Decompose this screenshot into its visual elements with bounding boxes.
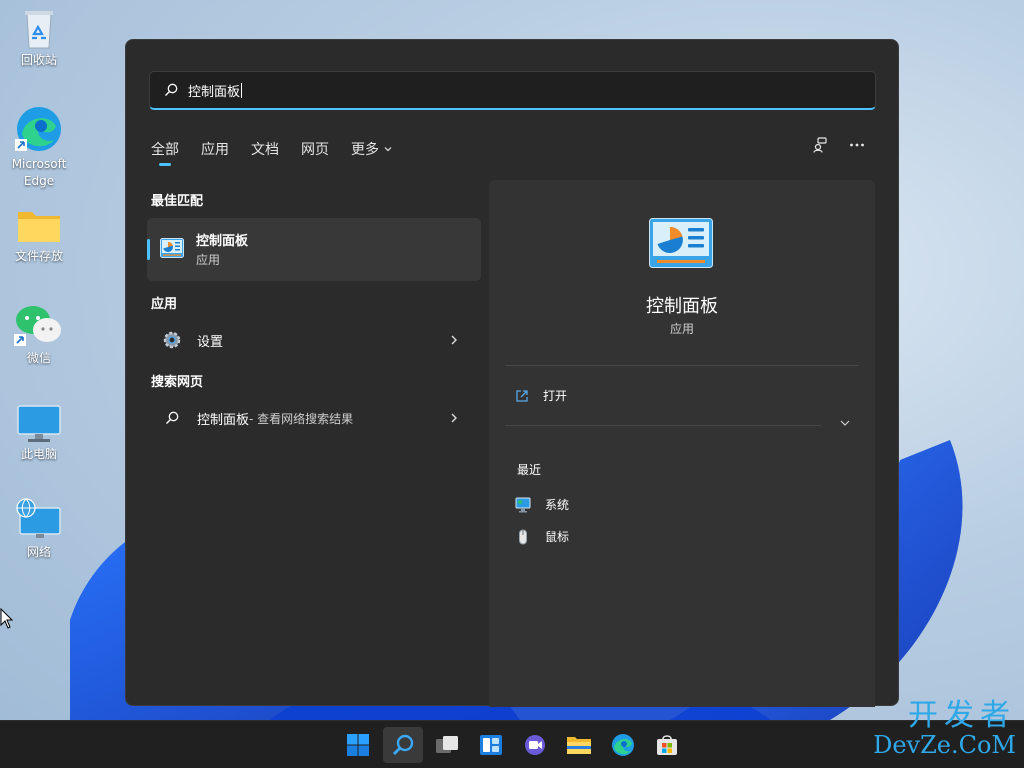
edge-icon (15, 107, 61, 151)
open-action[interactable]: 打开 (515, 387, 567, 404)
search-input[interactable]: 控制面板 (188, 81, 240, 100)
tab-label: 更多 (351, 142, 379, 158)
divider (505, 365, 859, 366)
taskbar-store-button[interactable] (647, 727, 687, 763)
selection-indicator (147, 239, 150, 260)
desktop-icon-edge[interactable]: Microsoft Edge (6, 104, 72, 190)
more-options-icon[interactable] (848, 136, 866, 154)
best-match-result[interactable]: 控制面板 应用 (147, 218, 481, 281)
preview-type: 应用 (669, 322, 694, 336)
web-search-heading: 搜索网页 (151, 375, 204, 390)
chevron-right-icon (451, 335, 457, 345)
system-icon (515, 497, 531, 512)
taskbar-edge-button[interactable] (603, 727, 643, 763)
account-switch-icon[interactable] (812, 136, 830, 154)
best-match-heading: 最佳匹配 (151, 194, 204, 209)
wechat-icon (14, 306, 61, 346)
tab-more[interactable]: 更多 (351, 136, 393, 162)
tab-all[interactable]: 全部 (151, 136, 179, 166)
task-view-icon (436, 736, 458, 753)
tab-label: 应用 (201, 142, 229, 158)
search-filter-tabs: 全部 应用 文档 网页 更多 (151, 136, 415, 166)
divider (505, 425, 821, 426)
desktop-icon-folder[interactable]: 文件存放 (6, 206, 72, 265)
recent-item-label: 系统 (545, 498, 570, 512)
taskbar-task-view-button[interactable] (427, 727, 467, 763)
store-icon (657, 735, 677, 755)
chat-icon (525, 735, 545, 755)
folder-icon (18, 212, 60, 242)
recycle-bin-icon (25, 11, 53, 49)
web-search-suffix: - 查看网络搜索结果 (249, 411, 354, 426)
desktop-icon-recycle-bin[interactable]: 回收站 (6, 8, 72, 69)
windows-logo-icon (347, 734, 369, 756)
search-icon (393, 734, 414, 755)
top-right-actions (812, 136, 866, 154)
taskbar-search-button[interactable] (383, 727, 423, 763)
network-icon (16, 498, 61, 538)
best-match-name: 控制面板 (196, 234, 249, 249)
search-box[interactable]: 控制面板 (149, 71, 876, 110)
chevron-right-icon (451, 413, 457, 423)
monitor-icon (17, 405, 61, 442)
settings-gear-icon (163, 331, 181, 349)
preview-pane: 控制面板 应用 打开 最近 系统 鼠标 (489, 180, 875, 707)
mouse-cursor-icon (0, 608, 14, 629)
recent-item-label: 鼠标 (545, 530, 570, 544)
apps-heading: 应用 (151, 297, 178, 312)
preview-title: 控制面板 (646, 296, 718, 317)
desktop-icon-label: 此电脑 (20, 447, 57, 461)
edge-icon (612, 734, 634, 756)
chevron-down-icon[interactable] (839, 418, 851, 428)
open-label: 打开 (543, 389, 568, 403)
tab-web[interactable]: 网页 (301, 136, 329, 162)
web-search-result[interactable]: 控制面板 - 查看网络搜索结果 (147, 399, 481, 437)
folder-icon (567, 737, 591, 754)
recent-item-system[interactable]: 系统 (515, 496, 569, 513)
mouse-icon (519, 529, 527, 544)
watermark: 开发者 DevZe.CoM (866, 698, 1016, 759)
control-panel-icon (160, 238, 184, 258)
widgets-icon (480, 735, 502, 755)
recent-item-mouse[interactable]: 鼠标 (515, 528, 569, 545)
tab-documents[interactable]: 文档 (251, 136, 279, 162)
desktop-icon-label: 微信 (26, 351, 51, 365)
tab-label: 文档 (251, 142, 279, 158)
desktop-icon-wechat[interactable]: 微信 (6, 302, 72, 367)
tab-label: 全部 (151, 142, 179, 158)
desktop-icon-label: 回收站 (20, 53, 57, 67)
watermark-en: DevZe.CoM (873, 731, 1016, 759)
app-result-settings[interactable]: 设置 (147, 321, 481, 359)
desktop-icon-network[interactable]: 网络 (6, 498, 72, 561)
text-caret (241, 82, 243, 98)
watermark-cn: 开发者 (908, 698, 1016, 733)
desktop-icon-label: Microsoft Edge (11, 157, 67, 188)
search-icon (165, 83, 178, 96)
taskbar-widgets-button[interactable] (471, 727, 511, 763)
search-icon (166, 411, 179, 424)
desktop-icon-label: 文件存放 (14, 249, 63, 263)
web-search-query: 控制面板 (197, 412, 250, 428)
app-result-label: 设置 (197, 334, 224, 350)
tab-apps[interactable]: 应用 (201, 136, 229, 162)
taskbar-file-explorer-button[interactable] (559, 727, 599, 763)
open-external-icon (516, 389, 528, 402)
chevron-down-icon (384, 147, 392, 152)
taskbar-start-button[interactable] (338, 727, 378, 763)
recent-heading: 最近 (517, 463, 542, 477)
tab-label: 网页 (301, 142, 329, 158)
desktop-icon-label: 网络 (26, 545, 51, 559)
desktop-icon-this-pc[interactable]: 此电脑 (6, 404, 72, 463)
control-panel-icon (649, 218, 713, 268)
start-menu: 控制面板 全部 应用 文档 网页 更多 最佳匹配 控制面板 应用 应用 设置 搜… (125, 39, 899, 707)
best-match-type: 应用 (196, 253, 221, 267)
taskbar-chat-button[interactable] (515, 727, 555, 763)
